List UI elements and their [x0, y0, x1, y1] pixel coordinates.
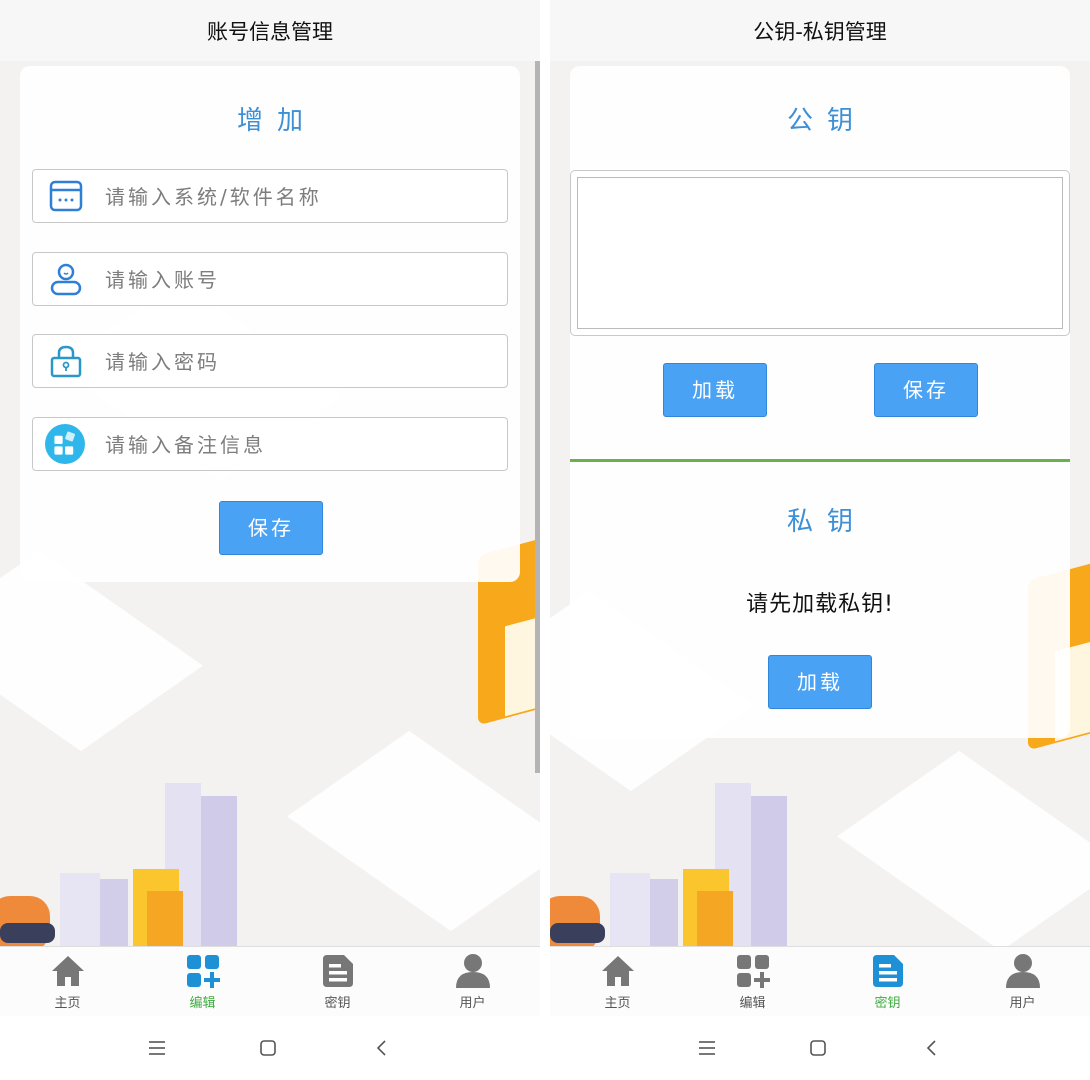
tab-keys[interactable]: 密钥	[270, 947, 405, 1017]
tab-user[interactable]: 用户	[955, 947, 1090, 1017]
menu-icon[interactable]	[695, 1036, 719, 1060]
system-name-field[interactable]	[32, 169, 508, 223]
save-button[interactable]: 保存	[219, 501, 323, 555]
tab-home[interactable]: 主页	[0, 947, 135, 1017]
user-icon	[50, 263, 82, 296]
note-input[interactable]	[103, 428, 497, 462]
person-icon	[456, 954, 490, 988]
password-field[interactable]	[32, 334, 508, 388]
grid-plus-icon	[187, 955, 220, 988]
person-icon	[1006, 954, 1040, 988]
public-key-box	[570, 170, 1070, 336]
lock-icon	[50, 345, 82, 378]
tab-label: 用户	[459, 996, 486, 1011]
page-title: 公钥-私钥管理	[550, 0, 1090, 61]
document-icon	[323, 955, 353, 987]
section-divider	[570, 459, 1070, 462]
blocks-icon	[45, 424, 85, 464]
tab-label: 密钥	[874, 996, 901, 1011]
home-icon	[52, 956, 84, 986]
back-icon[interactable]	[920, 1036, 944, 1060]
scrollbar[interactable]	[535, 61, 540, 773]
account-management-screen: 账号信息管理 增加 请输入系统/软件名称 请输入账号 请输入备注信息 保存 主页…	[0, 0, 540, 1080]
key-management-screen: 公钥-私钥管理 公钥 加载 保存 私钥 请先加载私钥! 加载 主页 编辑 密钥 …	[550, 0, 1090, 1080]
tab-home[interactable]: 主页	[550, 947, 685, 1017]
home-icon	[602, 956, 634, 986]
bottom-tab-bar: 主页 编辑 密钥 用户	[0, 946, 540, 1017]
bottom-tab-bar: 主页 编辑 密钥 用户	[550, 946, 1090, 1017]
note-field[interactable]	[32, 417, 508, 471]
page-title: 账号信息管理	[0, 0, 540, 61]
system-name-input[interactable]	[103, 180, 497, 214]
private-key-load-button[interactable]: 加载	[768, 655, 872, 709]
tab-label: 主页	[54, 996, 81, 1011]
public-key-save-button[interactable]: 保存	[874, 363, 978, 417]
tab-keys[interactable]: 密钥	[820, 947, 955, 1017]
account-field[interactable]	[32, 252, 508, 306]
tab-edit[interactable]: 编辑	[685, 947, 820, 1017]
tab-label: 编辑	[739, 996, 766, 1011]
home-square-icon[interactable]	[806, 1036, 830, 1060]
back-icon[interactable]	[370, 1036, 394, 1060]
system-nav-bar	[0, 1016, 540, 1080]
tab-label: 主页	[604, 996, 631, 1011]
card-title: 增加	[236, 106, 317, 136]
tab-label: 密钥	[324, 996, 351, 1011]
public-key-title: 公钥	[786, 106, 867, 136]
public-key-textarea[interactable]	[577, 177, 1063, 329]
public-key-load-button[interactable]: 加载	[663, 363, 767, 417]
private-key-message: 请先加载私钥!	[746, 592, 894, 617]
system-nav-bar	[550, 1016, 1090, 1080]
tab-edit[interactable]: 编辑	[135, 947, 270, 1017]
add-account-card: 增加 请输入系统/软件名称 请输入账号 请输入备注信息 保存	[20, 66, 520, 582]
tab-user[interactable]: 用户	[405, 947, 540, 1017]
password-input[interactable]	[103, 345, 497, 379]
menu-icon[interactable]	[145, 1036, 169, 1060]
home-square-icon[interactable]	[256, 1036, 280, 1060]
tab-label: 用户	[1009, 996, 1036, 1011]
grid-plus-icon	[737, 955, 770, 988]
key-card: 公钥 加载 保存 私钥 请先加载私钥! 加载	[570, 66, 1070, 738]
account-input[interactable]	[103, 263, 497, 297]
tab-label: 编辑	[189, 996, 216, 1011]
private-key-title: 私钥	[786, 507, 867, 537]
document-icon	[873, 955, 903, 987]
window-icon	[49, 180, 83, 212]
